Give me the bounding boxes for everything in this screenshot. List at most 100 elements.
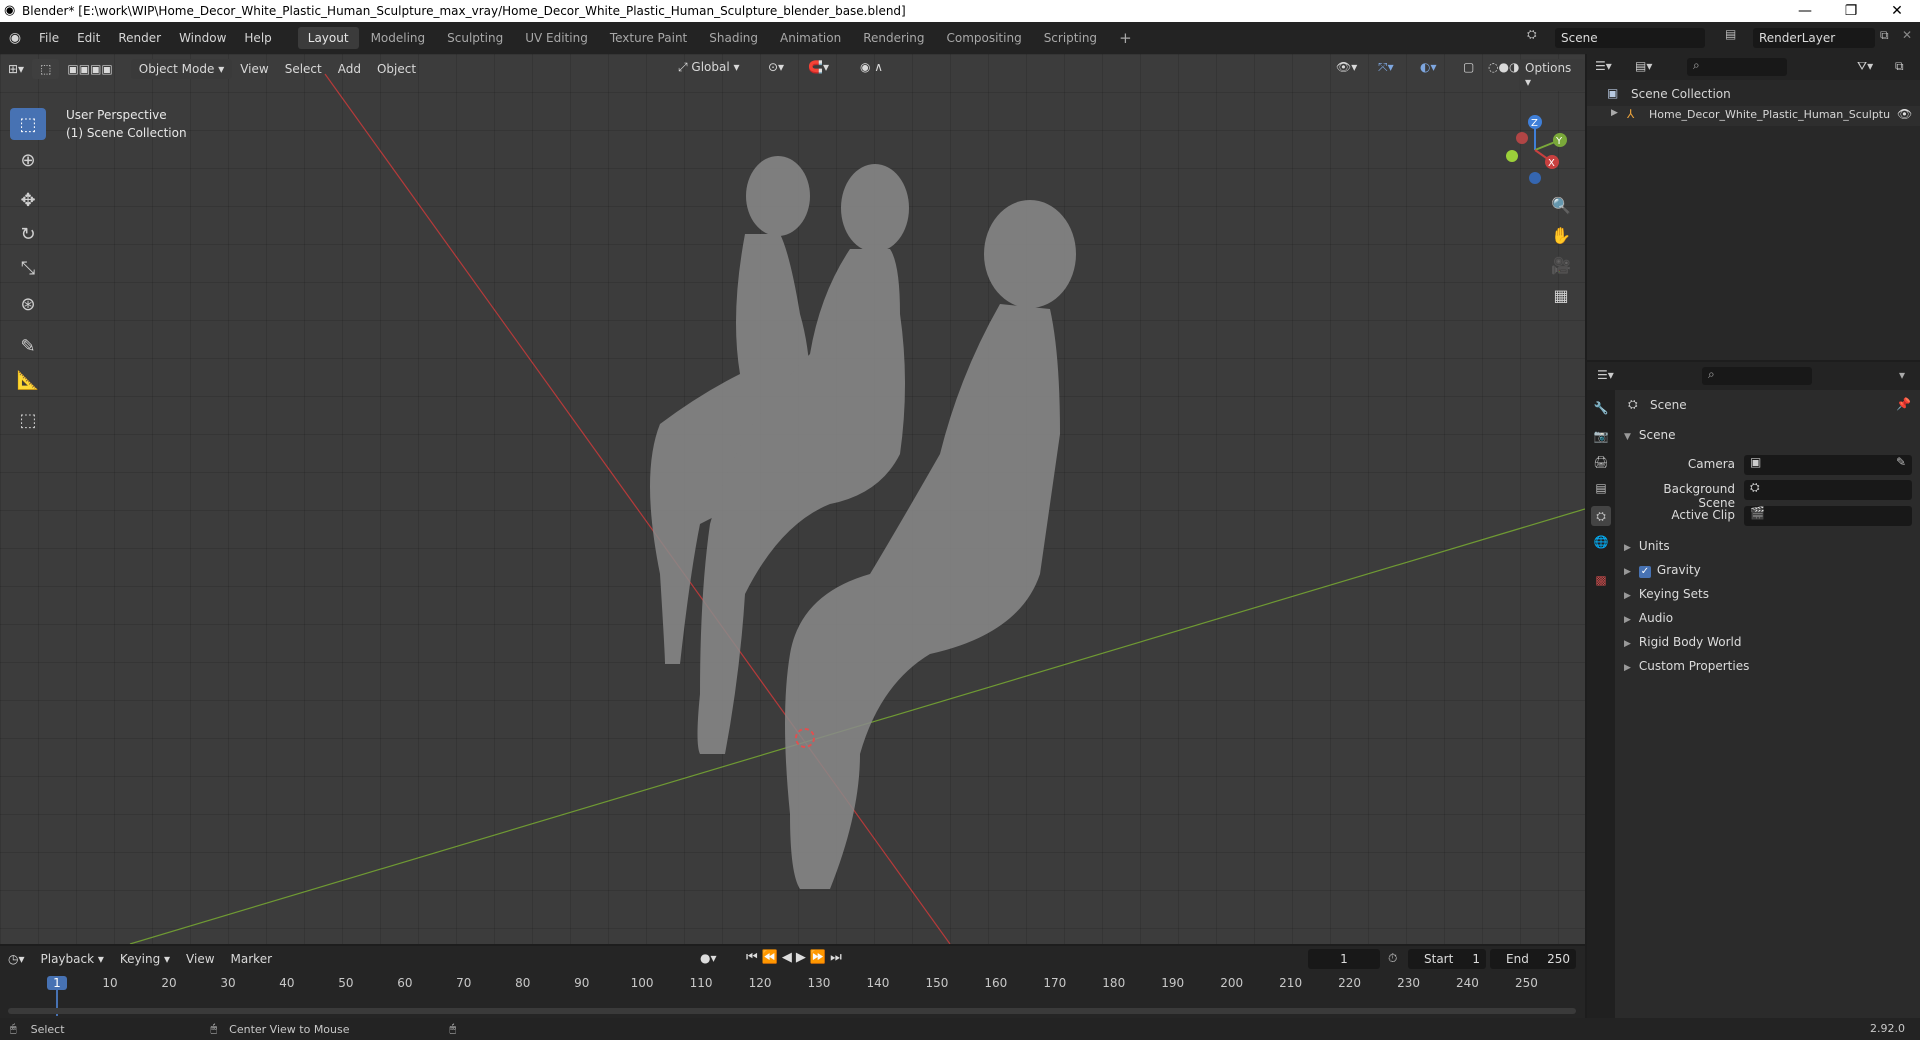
scale-tool[interactable]: ⤡ (10, 252, 46, 284)
minimize-button[interactable]: — (1782, 0, 1828, 22)
proportional-edit-icon[interactable]: ◉ ∧ (852, 57, 891, 77)
viewport-menu-object[interactable]: Object (369, 59, 424, 79)
view-layer-tab-icon[interactable]: ▤ (1591, 478, 1611, 498)
timeline-menu-playback[interactable]: Playback ▾ (33, 949, 112, 969)
gravity-subpanel[interactable]: ▶ ✓ Gravity (1624, 563, 1701, 578)
tab-sculpting[interactable]: Sculpting (437, 27, 513, 49)
eyedropper-icon[interactable]: ✎ (1896, 455, 1906, 469)
viewport-menu-select[interactable]: Select (277, 59, 330, 79)
outliner-root[interactable]: Scene Collection (1631, 87, 1731, 101)
tool-tab-icon[interactable]: 🔧 (1591, 398, 1611, 418)
outliner-item-label[interactable]: Home_Decor_White_Plastic_Human_Sculptu (1649, 108, 1890, 121)
tab-uv-editing[interactable]: UV Editing (515, 27, 598, 49)
filter-icon[interactable]: ⛛▾ (1857, 59, 1873, 74)
rotate-tool[interactable]: ↻ (10, 218, 46, 250)
tab-layout[interactable]: Layout (297, 27, 359, 49)
rigid-body-world-subpanel[interactable]: ▶ Rigid Body World (1624, 635, 1741, 649)
transform-orientation-dropdown[interactable]: ⤢ Global ▾ (670, 57, 748, 78)
menu-help[interactable]: Help (235, 31, 280, 45)
scene-tab-icon[interactable]: ⛭ (1591, 506, 1611, 526)
units-subpanel[interactable]: ▶ Units (1624, 539, 1670, 553)
navigation-gizmo[interactable]: Z Y X (1490, 110, 1580, 190)
pivot-icon[interactable]: ⊙▾ (760, 57, 792, 77)
timeline-scrollbar[interactable] (8, 1008, 1576, 1014)
tab-compositing[interactable]: Compositing (936, 27, 1031, 49)
end-frame-field[interactable]: End 250 (1490, 949, 1576, 969)
transform-tool[interactable]: ⊛ (10, 288, 46, 320)
start-frame-field[interactable]: Start 1 (1408, 949, 1486, 969)
select-tool-icon[interactable]: ⬚ (32, 59, 60, 79)
timeline-menu-keying[interactable]: Keying ▾ (112, 949, 178, 969)
remove-layer-icon[interactable]: ✕ (1902, 28, 1912, 42)
object-mode-dropdown[interactable]: Object Mode ▾ (130, 59, 233, 79)
snap-icon[interactable]: 🧲▾ (800, 57, 837, 77)
visibility-icon[interactable]: 👁▾ (1328, 57, 1365, 77)
blender-menu-icon[interactable]: ◉ (0, 30, 30, 46)
scene-panel-header[interactable]: ▼ Scene (1624, 428, 1676, 442)
eye-icon[interactable]: 👁 (1897, 107, 1912, 121)
new-collection-icon[interactable]: ⧉ (1895, 59, 1904, 74)
ortho-grid-icon[interactable]: ▦ (1546, 280, 1576, 310)
outliner-editor-icon[interactable]: ☰▾ (1595, 59, 1612, 73)
editor-type-icon[interactable]: ⊞▾ (0, 59, 32, 79)
timeline-editor-icon[interactable]: ◷▾ (0, 949, 33, 969)
zoom-icon[interactable]: 🔍 (1546, 190, 1576, 220)
move-tool[interactable]: ✥ (10, 184, 46, 216)
tab-shading[interactable]: Shading (699, 27, 768, 49)
xray-icon[interactable]: ▢ (1455, 57, 1482, 77)
background-scene-field[interactable]: ⛭ (1744, 480, 1912, 500)
menu-window[interactable]: Window (170, 31, 235, 45)
overlay-toggle-icon[interactable]: ◐▾ (1412, 57, 1445, 77)
menu-edit[interactable]: Edit (68, 31, 109, 45)
cursor-tool[interactable]: ⊕ (10, 144, 46, 176)
tab-scripting[interactable]: Scripting (1034, 27, 1107, 49)
record-icon[interactable]: ●▾ (700, 951, 717, 965)
current-frame-field[interactable]: 1 (1308, 949, 1380, 969)
render-tab-icon[interactable]: 📷 (1591, 426, 1611, 446)
pin-icon[interactable]: 📌 (1896, 397, 1911, 411)
camera-field[interactable]: ▣ ✎ (1744, 455, 1912, 475)
viewport-menu-view[interactable]: View (232, 59, 276, 79)
playback-controls-icons[interactable]: ⏮⏪◀▶⏩⏭ (746, 950, 846, 965)
add-cube-tool[interactable]: ⬚ (10, 404, 46, 436)
custom-properties-subpanel[interactable]: ▶ Custom Properties (1624, 659, 1749, 673)
tab-texture-paint[interactable]: Texture Paint (600, 27, 697, 49)
gizmo-toggle-icon[interactable]: ⤧▾ (1370, 57, 1402, 78)
properties-search-input[interactable]: ⌕ (1702, 367, 1812, 385)
camera-view-icon[interactable]: 🎥 (1546, 250, 1576, 280)
keying-sets-subpanel[interactable]: ▶ Keying Sets (1624, 587, 1709, 601)
tab-modeling[interactable]: Modeling (361, 27, 436, 49)
timeline-menu-marker[interactable]: Marker (223, 949, 280, 969)
active-clip-field[interactable]: 🎬 (1744, 506, 1912, 526)
pan-hand-icon[interactable]: ✋ (1546, 220, 1576, 250)
close-button[interactable]: ✕ (1874, 0, 1920, 22)
timeline-menu-view[interactable]: View (178, 949, 222, 969)
expand-icon[interactable]: ▶ (1611, 108, 1618, 118)
tab-rendering[interactable]: Rendering (853, 27, 934, 49)
outliner-display-icon[interactable]: ▤▾ (1635, 59, 1652, 73)
viewport-menu-add[interactable]: Add (330, 59, 369, 79)
menu-render[interactable]: Render (109, 31, 170, 45)
select-box-tool[interactable]: ⬚ (10, 108, 46, 140)
measure-tool[interactable]: 📐 (10, 364, 46, 396)
output-tab-icon[interactable]: 🖨 (1591, 452, 1611, 472)
outliner-search-input[interactable]: ⌕ (1687, 58, 1787, 76)
new-layer-icon[interactable]: ⧉ (1880, 28, 1889, 43)
world-tab-icon[interactable]: 🌐 (1591, 532, 1611, 552)
annotate-tool[interactable]: ✎ (10, 330, 46, 362)
select-mode-icons[interactable]: ▣▣▣▣ (59, 59, 120, 79)
audio-subpanel[interactable]: ▶ Audio (1624, 611, 1673, 625)
properties-editor-icon[interactable]: ☰▾ (1597, 368, 1614, 382)
add-workspace-button[interactable]: + (1109, 25, 1142, 51)
gravity-checkbox[interactable]: ✓ (1638, 566, 1651, 578)
tab-animation[interactable]: Animation (770, 27, 851, 49)
chevron-down-icon[interactable]: ▾ (1899, 368, 1905, 382)
scene-selector[interactable]: Scene (1555, 28, 1705, 48)
restore-button[interactable]: ❐ (1828, 0, 1874, 22)
renderlayer-selector[interactable]: RenderLayer (1753, 28, 1875, 48)
menu-file[interactable]: File (30, 31, 68, 45)
texture-tab-icon[interactable]: ▩ (1591, 570, 1611, 590)
timeline-tick-label: 40 (279, 976, 295, 990)
options-dropdown[interactable]: Options ▾ (1519, 59, 1585, 91)
3d-viewport[interactable] (0, 54, 1585, 944)
